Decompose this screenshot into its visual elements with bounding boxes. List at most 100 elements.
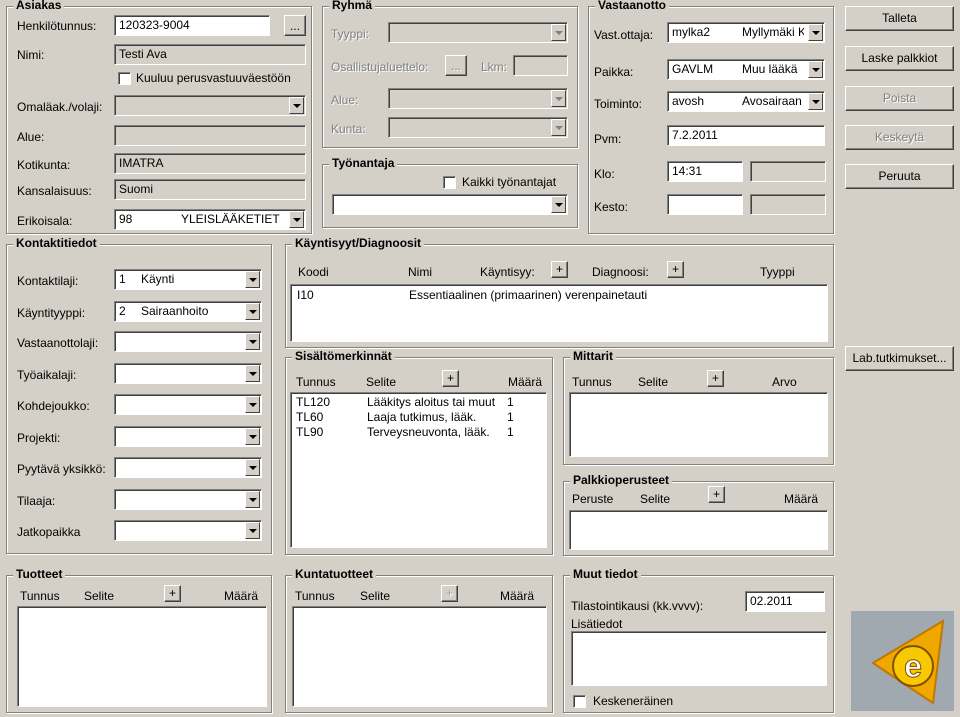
ryhma-alue-select[interactable] (388, 88, 568, 109)
list-item[interactable]: 1 (507, 410, 514, 424)
chevron-down-icon[interactable] (245, 365, 260, 382)
kayntityyppi-select[interactable]: 2 Sairaanhoito (114, 301, 262, 322)
kuntatuotteet-list[interactable] (292, 606, 547, 707)
sisalto-col-selite: Selite (366, 375, 397, 389)
lab-tutkimukset-button[interactable]: Lab.tutkimukset... (845, 346, 954, 371)
vastaanottolaji-select[interactable] (114, 331, 262, 352)
add-palkkio-button[interactable]: + (708, 486, 725, 503)
keskenerainen-checkbox[interactable] (573, 695, 586, 708)
lisatiedot-textarea[interactable] (571, 631, 827, 686)
kesto-field[interactable] (667, 194, 743, 215)
tilastointikausi-label: Tilastointikausi (kk.vvvv): (571, 599, 704, 613)
poista-button[interactable]: Poista (845, 86, 954, 111)
pvm-field[interactable]: 7.2.2011 (667, 125, 825, 146)
toiminto-select[interactable]: avosh Avosairaan (667, 91, 825, 112)
erikoisala-value: YLEISLÄÄKETIET (181, 212, 280, 226)
chevron-down-icon[interactable] (808, 93, 823, 110)
kesto-label: Kesto: (594, 200, 629, 214)
kaikki-tyonantajat-checkbox[interactable] (443, 176, 456, 189)
keskeyta-button[interactable]: Keskeytä (845, 125, 954, 150)
projekti-select[interactable] (114, 426, 262, 447)
kayntisyyt-list[interactable]: I10 Essentiaalinen (primaarinen) verenpa… (290, 284, 828, 342)
chevron-down-icon[interactable] (245, 303, 260, 320)
tyoaikalaji-select[interactable] (114, 363, 262, 384)
sisalto-list[interactable]: TL120 Lääkitys aloitus tai muut 1 TL60 L… (290, 392, 547, 548)
erikoisala-select[interactable]: 98 YLEISLÄÄKETIET (114, 209, 306, 230)
chevron-down-icon[interactable] (245, 396, 260, 413)
palkkio-list[interactable] (569, 510, 828, 550)
paikka-select[interactable]: GAVLM Muu lääkä (667, 59, 825, 80)
osallistuja-browse-button[interactable]: ... (445, 55, 467, 76)
laske-palkkiot-button[interactable]: Laske palkkiot (845, 46, 954, 71)
list-item[interactable]: Laaja tutkimus, lääk. (367, 410, 476, 424)
list-item[interactable]: Terveysneuvonta, lääk. (367, 425, 490, 439)
mittarit-list[interactable] (569, 392, 828, 457)
chevron-down-icon[interactable] (245, 522, 260, 539)
klo-end-field (750, 161, 826, 182)
add-tuote-button[interactable]: + (164, 585, 181, 602)
ryhma-tyyppi-label: Tyyppi: (331, 27, 370, 41)
chevron-down-icon[interactable] (551, 119, 566, 136)
list-item[interactable]: I10 (297, 288, 314, 302)
chevron-down-icon[interactable] (551, 90, 566, 107)
chevron-down-icon[interactable] (551, 24, 566, 41)
list-item[interactable]: TL120 (296, 395, 330, 409)
omalaakari-label: Omaläak./volaji: (17, 100, 103, 114)
pyytava-select[interactable] (114, 457, 262, 478)
chevron-down-icon[interactable] (245, 271, 260, 288)
ryhma-kunta-label: Kunta: (331, 122, 366, 136)
jatkopaikka-select[interactable] (114, 520, 262, 541)
klo-field[interactable]: 14:31 (667, 161, 743, 182)
tilaaja-select[interactable] (114, 489, 262, 510)
tuotteet-list[interactable] (17, 606, 267, 707)
add-sisalto-button[interactable]: + (442, 370, 459, 387)
kohdejoukko-select[interactable] (114, 394, 262, 415)
kontaktilaji-select[interactable]: 1 Käynti (114, 269, 262, 290)
peruuta-button[interactable]: Peruuta (845, 164, 954, 189)
kontaktitiedot-title: Kontaktitiedot (13, 236, 100, 250)
perusvastuu-checkbox[interactable] (118, 72, 131, 85)
chevron-down-icon[interactable] (289, 97, 304, 114)
chevron-down-icon[interactable] (808, 24, 823, 41)
omalaakari-select[interactable] (114, 95, 306, 116)
vastottaja-select[interactable]: mylka2 Myllymäki K (667, 22, 825, 43)
chevron-down-icon[interactable] (551, 196, 566, 213)
vastottaja-label: Vast.ottaja: (594, 28, 654, 42)
ryhma-tyyppi-select[interactable] (388, 22, 568, 43)
henkilotunnus-field[interactable]: 120323-9004 (114, 15, 270, 36)
mittarit-title: Mittarit (570, 349, 616, 363)
ryhma-title: Ryhmä (329, 0, 376, 12)
list-item[interactable]: TL90 (296, 425, 323, 439)
alue-field (114, 125, 306, 146)
tyonantaja-select[interactable] (332, 194, 568, 215)
vastottaja-name: Myllymäki K (742, 25, 804, 39)
chevron-down-icon[interactable] (245, 428, 260, 445)
pyytava-label: Pyytävä yksikkö: (17, 462, 106, 476)
add-kuntatuote-button[interactable]: + (441, 585, 458, 602)
logo-e-icon: e (871, 619, 945, 705)
toiminto-label: Toiminto: (594, 97, 643, 111)
add-mittari-button[interactable]: + (707, 370, 724, 387)
list-item[interactable]: Lääkitys aloitus tai muut (367, 395, 495, 409)
chevron-down-icon[interactable] (245, 459, 260, 476)
list-item[interactable]: 1 (507, 425, 514, 439)
add-kayntisyy-button[interactable]: + (551, 261, 568, 278)
sisalto-col-maara: Määrä (508, 375, 543, 389)
kansalaisuus-label: Kansalaisuus: (17, 184, 92, 198)
list-item[interactable]: 1 (507, 395, 514, 409)
list-item[interactable]: TL60 (296, 410, 323, 424)
add-diagnoosi-button[interactable]: + (667, 261, 684, 278)
list-item[interactable]: Essentiaalinen (primaarinen) verenpainet… (409, 288, 647, 302)
tilastointikausi-field[interactable]: 02.2011 (745, 591, 825, 612)
chevron-down-icon[interactable] (245, 491, 260, 508)
henkilotunnus-browse-button[interactable]: ... (284, 15, 306, 36)
lkm-field (513, 55, 568, 76)
talleta-button[interactable]: Talleta (845, 6, 954, 31)
kayntisyyt-title: Käyntisyyt/Diagnoosit (292, 236, 425, 250)
kontaktilaji-label: Kontaktilaji: (17, 274, 79, 288)
chevron-down-icon[interactable] (808, 61, 823, 78)
ryhma-kunta-select[interactable] (388, 117, 568, 138)
chevron-down-icon[interactable] (245, 333, 260, 350)
chevron-down-icon[interactable] (289, 211, 304, 228)
alue-label: Alue: (17, 130, 45, 144)
